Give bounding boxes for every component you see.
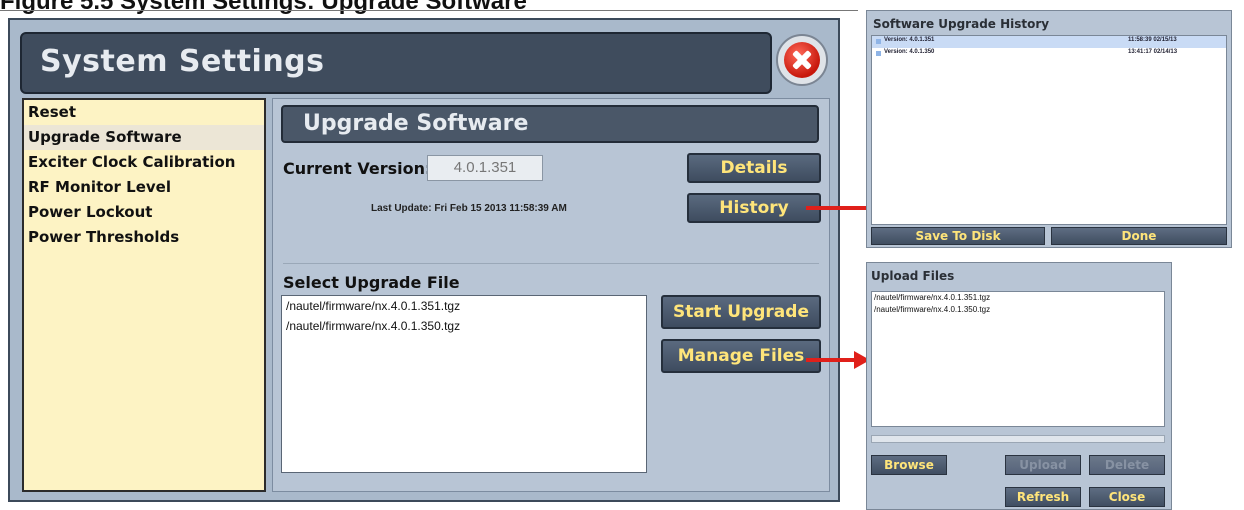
- upgrade-file-list[interactable]: /nautel/firmware/nx.4.0.1.351.tgz /naute…: [281, 295, 647, 473]
- list-item[interactable]: /nautel/firmware/nx.4.0.1.350.tgz: [282, 316, 646, 336]
- upload-dialog-title: Upload Files: [871, 269, 955, 283]
- select-upgrade-file-label: Select Upgrade File: [283, 273, 460, 292]
- refresh-button[interactable]: Refresh: [1005, 487, 1081, 507]
- menu-item-power-thresholds[interactable]: Power Thresholds: [24, 225, 264, 250]
- window-title: System Settings: [40, 44, 325, 79]
- list-item[interactable]: /nautel/firmware/nx.4.0.1.351.tgz: [282, 296, 646, 316]
- current-version-field: 4.0.1.351: [427, 155, 543, 181]
- software-upgrade-history-dialog: Software Upgrade History Version: 4.0.1.…: [866, 10, 1232, 248]
- upload-files-dialog: Upload Files /nautel/firmware/nx.4.0.1.3…: [866, 262, 1172, 510]
- browse-button[interactable]: Browse: [871, 455, 947, 475]
- close-dialog-button[interactable]: Close: [1089, 487, 1165, 507]
- save-to-disk-button[interactable]: Save To Disk: [871, 227, 1045, 245]
- list-item[interactable]: /nautel/firmware/nx.4.0.1.350.tgz: [872, 304, 1164, 316]
- menu-item-reset[interactable]: Reset: [24, 100, 264, 125]
- manage-files-button[interactable]: Manage Files: [661, 339, 821, 373]
- system-settings-window: System Settings Reset Upgrade Software E…: [8, 18, 840, 502]
- last-update-text: Last Update: Fri Feb 15 2013 11:58:39 AM: [371, 203, 567, 214]
- menu-item-rf-monitor-level[interactable]: RF Monitor Level: [24, 175, 264, 200]
- upload-file-list[interactable]: /nautel/firmware/nx.4.0.1.351.tgz /naute…: [871, 291, 1165, 427]
- close-icon: [784, 42, 820, 78]
- history-date: 11:58:39 02/15/13: [1128, 37, 1177, 43]
- panel-title-bar: Upgrade Software: [281, 105, 819, 143]
- upload-progress-bar: [871, 435, 1165, 443]
- settings-menu: Reset Upgrade Software Exciter Clock Cal…: [22, 98, 266, 492]
- upload-button[interactable]: Upload: [1005, 455, 1081, 475]
- done-button[interactable]: Done: [1051, 227, 1227, 245]
- close-button[interactable]: [776, 34, 828, 86]
- delete-button[interactable]: Delete: [1089, 455, 1165, 475]
- menu-item-exciter-clock-calibration[interactable]: Exciter Clock Calibration: [24, 150, 264, 175]
- caption-divider: [0, 10, 858, 11]
- panel-title: Upgrade Software: [303, 111, 529, 136]
- history-version: Version: 4.0.1.351: [884, 37, 935, 43]
- details-button[interactable]: Details: [687, 153, 821, 183]
- menu-item-power-lockout[interactable]: Power Lockout: [24, 200, 264, 225]
- start-upgrade-button[interactable]: Start Upgrade: [661, 295, 821, 329]
- checkbox-icon: [876, 51, 881, 56]
- manage-files-arrow-icon: [806, 351, 870, 369]
- history-row[interactable]: Version: 4.0.1.350 13:41:17 02/14/13: [872, 48, 1226, 60]
- checkbox-icon: [876, 39, 881, 44]
- history-version: Version: 4.0.1.350: [884, 49, 935, 55]
- figure-caption: Figure 5.5 System Settings: Upgrade Soft…: [0, 0, 527, 15]
- history-button[interactable]: History: [687, 193, 821, 223]
- list-item[interactable]: /nautel/firmware/nx.4.0.1.351.tgz: [872, 292, 1164, 304]
- upgrade-software-panel: Upgrade Software Current Version: 4.0.1.…: [272, 98, 830, 492]
- history-list[interactable]: Version: 4.0.1.351 11:58:39 02/15/13 Ver…: [871, 35, 1227, 225]
- section-divider: [283, 263, 819, 264]
- window-title-bar: System Settings: [20, 32, 772, 94]
- history-date: 13:41:17 02/14/13: [1128, 49, 1178, 55]
- menu-item-upgrade-software[interactable]: Upgrade Software: [24, 125, 264, 150]
- history-dialog-title: Software Upgrade History: [873, 17, 1050, 31]
- history-row[interactable]: Version: 4.0.1.351 11:58:39 02/15/13: [872, 36, 1226, 48]
- current-version-label: Current Version:: [283, 159, 432, 178]
